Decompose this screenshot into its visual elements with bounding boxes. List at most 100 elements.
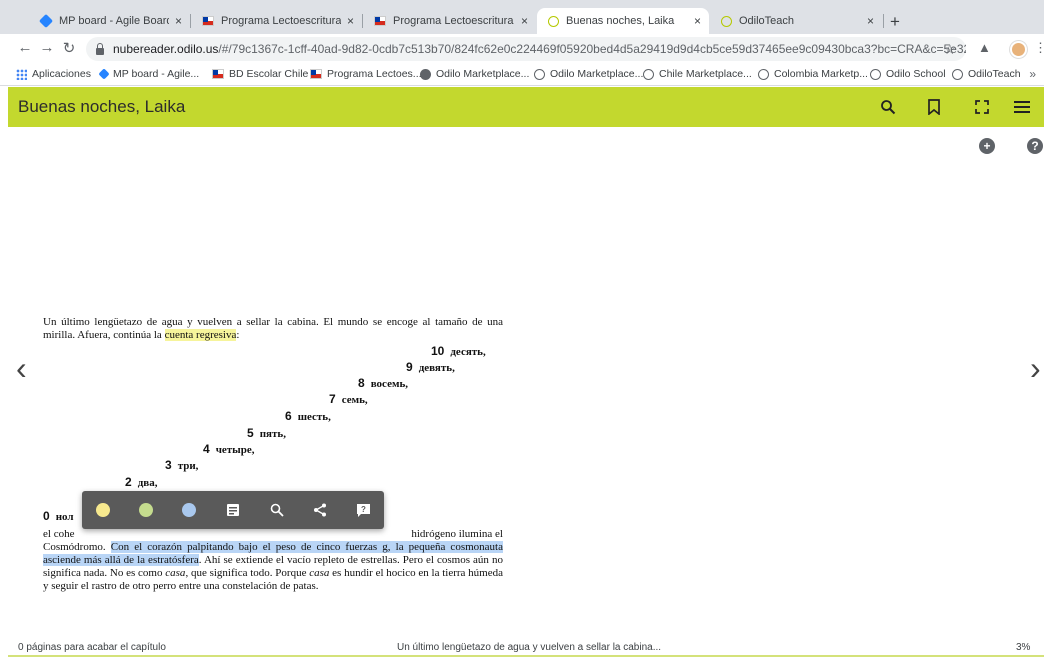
chile-flag-icon xyxy=(212,69,224,79)
url-text: nubereader.odilo.us/#/79c1367c-1cff-40ad… xyxy=(113,42,966,56)
share-icon[interactable] xyxy=(310,500,330,520)
circle-icon xyxy=(952,68,963,80)
chile-flag-icon xyxy=(310,69,322,79)
close-icon[interactable]: × xyxy=(175,14,182,28)
odilo-circle-icon xyxy=(547,15,559,27)
tab-divider xyxy=(362,14,363,28)
selection-toolbar: ? xyxy=(82,491,384,529)
countdown-line: 6 шесть, xyxy=(285,409,331,424)
search-icon[interactable] xyxy=(878,97,898,117)
countdown-line: 2 два, xyxy=(125,475,158,490)
bookmark-label: Programa Lectoes... xyxy=(327,68,422,80)
chile-flag-icon xyxy=(374,15,386,27)
bookmark-bd-escolar[interactable]: BD Escolar Chile xyxy=(212,68,308,80)
bookmark-aplicaciones[interactable]: Aplicaciones xyxy=(16,68,91,80)
note-icon[interactable] xyxy=(223,500,243,520)
close-icon[interactable]: × xyxy=(521,14,528,28)
tab-label: Buenas noches, Laika xyxy=(566,15,675,27)
bookmark-odilo-marketplace-1[interactable]: Odilo Marketplace... xyxy=(420,68,529,80)
avatar[interactable] xyxy=(1010,41,1027,58)
tab-programa-2[interactable]: Programa Lectoescritura Digita × xyxy=(364,8,536,34)
yellow-highlight[interactable]: cuenta regresiva xyxy=(164,329,237,341)
bookmark-label: MP board - Agile... xyxy=(113,68,200,80)
bookmark-label: OdiloTeach xyxy=(968,68,1021,80)
bookmark-odiloteach[interactable]: OdiloTeach xyxy=(952,68,1021,80)
tab-programa-1[interactable]: Programa Lectoescritura Digita × xyxy=(192,8,362,34)
circle-icon xyxy=(758,68,769,80)
highlight-blue-button[interactable] xyxy=(179,500,199,520)
next-page-button[interactable]: › xyxy=(1030,352,1041,384)
pages-left-text: 0 páginas para acabar el capítulo xyxy=(18,642,166,653)
blue-dot-icon xyxy=(182,503,196,517)
lock-icon xyxy=(96,42,104,55)
circle-icon xyxy=(643,68,654,80)
tab-label: MP board - Agile Board - JIRA xyxy=(59,15,169,27)
highlight-yellow-button[interactable] xyxy=(93,500,113,520)
bookmark-programa[interactable]: Programa Lectoes... xyxy=(310,68,422,80)
jira-icon xyxy=(98,68,110,80)
menu-icon[interactable] xyxy=(1012,97,1032,117)
bookmark-label: Chile Marketplace... xyxy=(659,68,752,80)
bookmark-label: Colombia Marketp... xyxy=(774,68,868,80)
question-icon[interactable]: ? xyxy=(353,500,373,520)
progress-percent: 3% xyxy=(1016,642,1031,653)
forward-button[interactable]: → xyxy=(36,39,58,56)
countdown-line: 5 пять, xyxy=(247,426,286,441)
bookmark-chile-marketplace[interactable]: Chile Marketplace... xyxy=(643,68,752,80)
star-icon[interactable]: ☆ xyxy=(943,41,956,58)
add-note-button[interactable]: + xyxy=(979,138,995,154)
fullscreen-icon[interactable] xyxy=(972,97,992,117)
book-page: Un último lengüetazo de agua y vuelven a… xyxy=(43,316,503,593)
paragraph[interactable]: el cohe hidrógeno ilumina el Cosmódromo.… xyxy=(43,528,503,593)
drive-extension-icon[interactable]: ▲ xyxy=(978,40,991,55)
tab-jira[interactable]: MP board - Agile Board - JIRA × xyxy=(30,8,190,34)
close-icon[interactable]: × xyxy=(347,14,354,28)
progress-bar xyxy=(8,655,1044,657)
reload-button[interactable]: ↻ xyxy=(58,39,80,57)
chapter-excerpt-text: Un último lengüetazo de agua y vuelven a… xyxy=(397,642,662,653)
countdown-line: 4 четыре, xyxy=(203,442,255,457)
previous-page-button[interactable]: ‹ xyxy=(16,352,27,384)
jira-icon xyxy=(38,13,54,29)
countdown-line: 7 семь, xyxy=(329,392,368,407)
bookmarks-overflow-button[interactable]: » xyxy=(1029,67,1036,81)
more-vert-icon[interactable]: ⋮ xyxy=(1034,40,1044,56)
bookmarks-bar: Aplicaciones MP board - Agile... BD Esco… xyxy=(0,64,1044,86)
apps-grid-icon xyxy=(16,68,27,80)
circle-icon xyxy=(870,68,881,80)
green-dot-icon xyxy=(139,503,153,517)
countdown-line: 0 нол xyxy=(43,509,74,524)
bookmark-icon[interactable] xyxy=(924,97,944,117)
help-button[interactable]: ? xyxy=(1027,138,1043,154)
close-icon[interactable]: × xyxy=(694,14,701,28)
odilo-circle-icon xyxy=(720,15,732,27)
bookmark-mp-board[interactable]: MP board - Agile... xyxy=(98,68,200,80)
back-button[interactable]: ← xyxy=(14,39,36,56)
highlight-green-button[interactable] xyxy=(136,500,156,520)
tab-strip: MP board - Agile Board - JIRA × Programa… xyxy=(0,0,1044,34)
tab-odiloteach[interactable]: OdiloTeach × xyxy=(710,8,882,34)
bookmark-label: Odilo Marketplace... xyxy=(436,68,530,80)
countdown-line: 9 девять, xyxy=(406,360,455,375)
book-title: Buenas noches, Laika xyxy=(18,97,186,116)
chile-flag-icon xyxy=(202,15,214,27)
countdown-list: 10 десять, 9 девять, 8 восемь, 7 семь, 6 шест… xyxy=(43,342,503,524)
bookmark-label: BD Escolar Chile xyxy=(229,68,309,80)
tab-label: Programa Lectoescritura Digita xyxy=(221,15,341,27)
tab-buenas-noches-laika[interactable]: Buenas noches, Laika × xyxy=(537,8,709,34)
countdown-line: 8 восемь, xyxy=(358,376,409,391)
paragraph[interactable]: Un último lengüetazo de agua y vuelven a… xyxy=(43,316,503,342)
reader-area: + ? ‹ › Un último lengüetazo de agua y v… xyxy=(8,127,1044,631)
browser-toolbar: ← → ↻ nubereader.odilo.us/#/79c1367c-1cf… xyxy=(0,34,1044,64)
svg-text:?: ? xyxy=(361,505,366,514)
bookmark-colombia-marketplace[interactable]: Colombia Marketp... xyxy=(758,68,868,80)
new-tab-button[interactable]: + xyxy=(890,12,900,32)
search-icon[interactable] xyxy=(267,500,287,520)
countdown-line: 10 десять, xyxy=(431,344,486,359)
close-icon[interactable]: × xyxy=(867,14,874,28)
bookmark-label: Odilo Marketplace... xyxy=(550,68,644,80)
bookmark-odilo-marketplace-2[interactable]: Odilo Marketplace... xyxy=(534,68,643,80)
address-bar[interactable]: nubereader.odilo.us/#/79c1367c-1cff-40ad… xyxy=(86,37,966,61)
bookmark-odilo-school[interactable]: Odilo School xyxy=(870,68,946,80)
tab-label: Programa Lectoescritura Digita xyxy=(393,15,515,27)
